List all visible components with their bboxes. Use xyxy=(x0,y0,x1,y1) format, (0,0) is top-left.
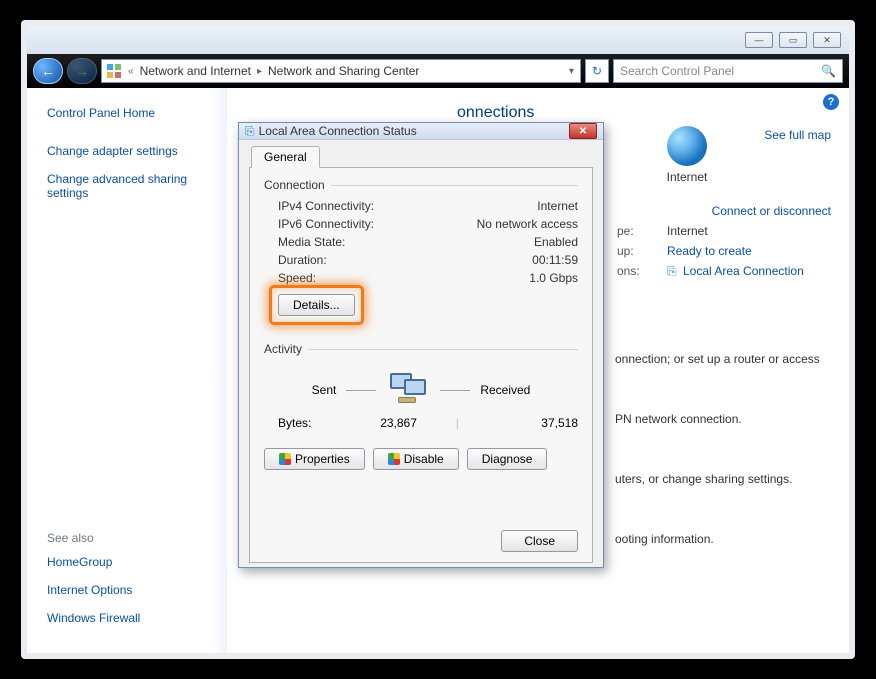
connection-status-dialog: ⎘ Local Area Connection Status ✕ General… xyxy=(238,122,604,568)
chevron-right-icon: ▸ xyxy=(255,66,264,77)
ipv6-value: No network access xyxy=(477,217,578,231)
info-group-key: up: xyxy=(617,244,667,258)
info-group-link[interactable]: Ready to create xyxy=(667,244,752,258)
forward-button[interactable]: → xyxy=(67,58,97,84)
info-type-value: Internet xyxy=(667,224,708,238)
ethernet-icon: ⎘ xyxy=(667,264,681,279)
see-also-internet-options[interactable]: Internet Options xyxy=(47,583,215,597)
tab-page: Connection IPv4 Connectivity: Internet IP… xyxy=(249,167,593,563)
info-connections-key: ons: xyxy=(617,264,667,279)
bytes-received-value: 37,518 xyxy=(498,416,578,430)
shield-icon xyxy=(279,453,291,465)
dialog-body: General Connection IPv4 Connectivity: Int… xyxy=(239,140,603,573)
breadcrumb-item[interactable]: Network and Internet xyxy=(140,64,251,78)
sidebar: Control Panel Home Change adapter settin… xyxy=(27,88,227,653)
minimize-button[interactable]: — xyxy=(745,32,773,48)
search-icon: 🔍 xyxy=(821,64,836,78)
close-button[interactable]: Close xyxy=(501,530,578,552)
dialog-close-button[interactable]: ✕ xyxy=(569,123,597,139)
sent-label: Sent xyxy=(312,383,337,397)
activity-line xyxy=(346,390,376,391)
section-heading: onnections xyxy=(457,104,831,122)
back-button[interactable]: ← xyxy=(33,58,63,84)
main-body-text: onnection; or set up a router or access … xyxy=(615,352,825,592)
media-state-key: Media State: xyxy=(278,235,345,249)
refresh-button[interactable]: ↻ xyxy=(585,59,609,83)
speed-value: 1.0 Gbps xyxy=(529,271,578,285)
text-line: ooting information. xyxy=(615,532,825,546)
received-label: Received xyxy=(480,383,530,397)
group-activity-title: Activity xyxy=(264,342,302,356)
sidebar-link-adapter[interactable]: Change adapter settings xyxy=(47,144,215,158)
see-also-homegroup[interactable]: HomeGroup xyxy=(47,555,215,569)
text-line: onnection; or set up a router or access xyxy=(615,352,825,366)
info-type-key: pe: xyxy=(617,224,667,238)
ipv4-value: Internet xyxy=(537,199,578,213)
media-state-value: Enabled xyxy=(534,235,578,249)
speed-key: Speed: xyxy=(278,271,316,285)
see-also-windows-firewall[interactable]: Windows Firewall xyxy=(47,611,215,625)
duration-value: 00:11:59 xyxy=(532,253,578,267)
info-connection-link[interactable]: ⎘Local Area Connection xyxy=(667,264,804,279)
dialog-title: Local Area Connection Status xyxy=(259,124,417,138)
disable-button[interactable]: Disable xyxy=(373,448,459,470)
sidebar-home-link[interactable]: Control Panel Home xyxy=(47,106,215,120)
dialog-titlebar[interactable]: ⎘ Local Area Connection Status ✕ xyxy=(239,123,603,140)
see-full-map-link[interactable]: See full map xyxy=(764,128,831,142)
navigation-bar: ← → « Network and Internet ▸ Network and… xyxy=(27,54,849,88)
connection-info: pe: Internet up: Ready to create ons: ⎘L… xyxy=(617,224,827,285)
tab-general[interactable]: General xyxy=(251,146,320,168)
search-input[interactable]: Search Control Panel 🔍 xyxy=(613,59,843,83)
diagnose-button[interactable]: Diagnose xyxy=(467,448,548,470)
window-close-button[interactable]: ✕ xyxy=(813,32,841,48)
activity-graphic: Sent Received xyxy=(264,366,578,414)
connection-icon: ⎘ xyxy=(245,124,255,139)
address-dropdown-icon[interactable]: ▾ xyxy=(567,66,576,77)
activity-line xyxy=(440,390,470,391)
chevron-left-icon: « xyxy=(126,66,136,77)
details-button[interactable]: Details... xyxy=(278,294,355,316)
bytes-sent-value: 23,867 xyxy=(337,416,417,430)
see-also-title: See also xyxy=(47,531,215,545)
maximize-button[interactable]: ▭ xyxy=(779,32,807,48)
ipv6-key: IPv6 Connectivity: xyxy=(278,217,374,231)
address-bar[interactable]: « Network and Internet ▸ Network and Sha… xyxy=(101,59,581,83)
properties-button[interactable]: Properties xyxy=(264,448,365,470)
help-icon[interactable]: ? xyxy=(823,94,839,110)
bytes-label: Bytes: xyxy=(278,416,311,430)
network-activity-icon xyxy=(386,371,430,409)
globe-icon xyxy=(667,126,707,166)
text-line: PN network connection. xyxy=(615,412,825,426)
connect-disconnect-link[interactable]: Connect or disconnect xyxy=(712,204,831,218)
ipv4-key: IPv4 Connectivity: xyxy=(278,199,374,213)
window-caption: — ▭ ✕ xyxy=(27,26,849,54)
sidebar-link-advanced-sharing[interactable]: Change advanced sharing settings xyxy=(47,172,215,200)
network-item-internet[interactable]: Internet xyxy=(647,126,727,184)
text-line: uters, or change sharing settings. xyxy=(615,472,825,486)
shield-icon xyxy=(388,453,400,465)
group-connection-title: Connection xyxy=(264,178,325,192)
control-panel-icon xyxy=(106,63,122,79)
search-placeholder: Search Control Panel xyxy=(620,64,734,78)
duration-key: Duration: xyxy=(278,253,327,267)
network-label: Internet xyxy=(647,170,727,184)
breadcrumb-item[interactable]: Network and Sharing Center xyxy=(268,64,419,78)
